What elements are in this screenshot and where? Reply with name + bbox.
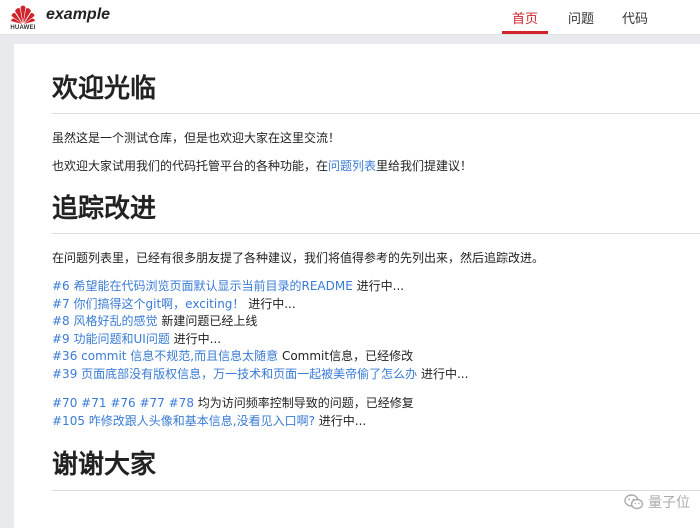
thanks-heading: 谢谢大家 <box>52 450 700 491</box>
list-item: #70 #71 #76 #77 #78 均为访问频率控制导致的问题，已经修复 <box>52 395 700 413</box>
issue-status: 进行中... <box>352 279 405 294</box>
issue-link-76[interactable]: #76 <box>110 396 135 410</box>
tracking-heading: 追踪改进 <box>52 194 700 235</box>
list-item: #36 commit 信息不规范,而且信息太随意 Commit信息，已经修改 <box>52 348 700 366</box>
logo-text: HUAWEI <box>10 25 36 31</box>
issue-status: 进行中... <box>169 331 222 346</box>
issue-list-link[interactable]: 问题列表 <box>328 159 376 173</box>
huawei-logo[interactable]: HUAWEI <box>6 3 40 33</box>
welcome-paragraph-2: 也欢迎大家试用我们的代码托管平台的各种功能，在问题列表里给我们提建议！ <box>52 158 700 174</box>
welcome-paragraph-1: 虽然这是一个测试仓库，但是也欢迎大家在这里交流！ <box>52 131 341 146</box>
tracking-intro: 在问题列表里，已经有很多朋友提了各种建议，我们将值得参考的先列出来，然后追踪改进… <box>52 251 545 266</box>
issue-link-9[interactable]: #9 功能问题和UI问题 <box>52 332 170 346</box>
list-item: #39 页面底部没有版权信息，万一技术和页面一起被美帝偷了怎么办 进行中... <box>52 366 700 384</box>
issue-link-77[interactable]: #77 <box>139 396 164 410</box>
huawei-flower-icon <box>11 5 35 24</box>
issue-link-105[interactable]: #105 咋修改跟人头像和基本信息,没看见入口啊? <box>52 414 315 428</box>
wechat-icon <box>624 494 644 510</box>
fixed-issues-list: #70 #71 #76 #77 #78 均为访问频率控制导致的问题，已经修复 #… <box>52 395 700 430</box>
main-nav: 首页 问题 代码 <box>500 0 700 35</box>
issue-link-71[interactable]: #71 <box>81 396 106 410</box>
list-item: #8 风格好乱的感觉 新建问题已经上线 <box>52 313 700 331</box>
top-navbar: HUAWEI example 首页 问题 代码 <box>0 0 700 35</box>
issue-status: Commit信息，已经修改 <box>278 349 414 364</box>
issue-status: 进行中... <box>314 413 367 428</box>
watermark-text: 量子位 <box>648 495 690 511</box>
welcome-heading: 欢迎光临 <box>52 74 700 115</box>
nav-code[interactable]: 代码 <box>610 0 660 35</box>
p2-text-after: 里给我们提建议！ <box>376 159 473 174</box>
issue-link-36[interactable]: #36 commit 信息不规范,而且信息太随意 <box>52 349 278 363</box>
tracked-issues-list: #6 希望能在代码浏览页面默认显示当前目录的README 进行中... #7 你… <box>52 278 700 383</box>
brand-name[interactable]: example <box>46 6 110 24</box>
issue-status: 均为访问频率控制导致的问题，已经修复 <box>193 396 414 411</box>
list-item: #6 希望能在代码浏览页面默认显示当前目录的README 进行中... <box>52 278 700 296</box>
p2-text-before: 也欢迎大家试用我们的代码托管平台的各种功能，在 <box>52 159 329 174</box>
readme-content: 欢迎光临 虽然这是一个测试仓库，但是也欢迎大家在这里交流！ 也欢迎大家试用我们的… <box>14 44 700 528</box>
nav-home[interactable]: 首页 <box>500 0 550 35</box>
issue-link-39[interactable]: #39 页面底部没有版权信息，万一技术和页面一起被美帝偷了怎么办 <box>52 367 417 381</box>
issue-link-8[interactable]: #8 风格好乱的感觉 <box>52 314 158 328</box>
list-item: #9 功能问题和UI问题 进行中... <box>52 331 700 349</box>
list-item: #105 咋修改跟人头像和基本信息,没看见入口啊? 进行中... <box>52 413 700 431</box>
issue-link-6[interactable]: #6 希望能在代码浏览页面默认显示当前目录的README <box>52 279 353 293</box>
issue-link-70[interactable]: #70 <box>52 396 77 410</box>
nav-issues[interactable]: 问题 <box>556 0 606 35</box>
issue-link-78[interactable]: #78 <box>169 396 194 410</box>
issue-status: 进行中... <box>244 296 296 311</box>
issue-link-7[interactable]: #7 你们搞得这个git啊，exciting！ <box>52 297 244 311</box>
watermark: 量子位 <box>624 492 690 512</box>
issue-status: 新建问题已经上线 <box>157 314 258 329</box>
list-item: #7 你们搞得这个git啊，exciting！ 进行中... <box>52 296 700 314</box>
issue-status: 进行中... <box>417 366 469 381</box>
